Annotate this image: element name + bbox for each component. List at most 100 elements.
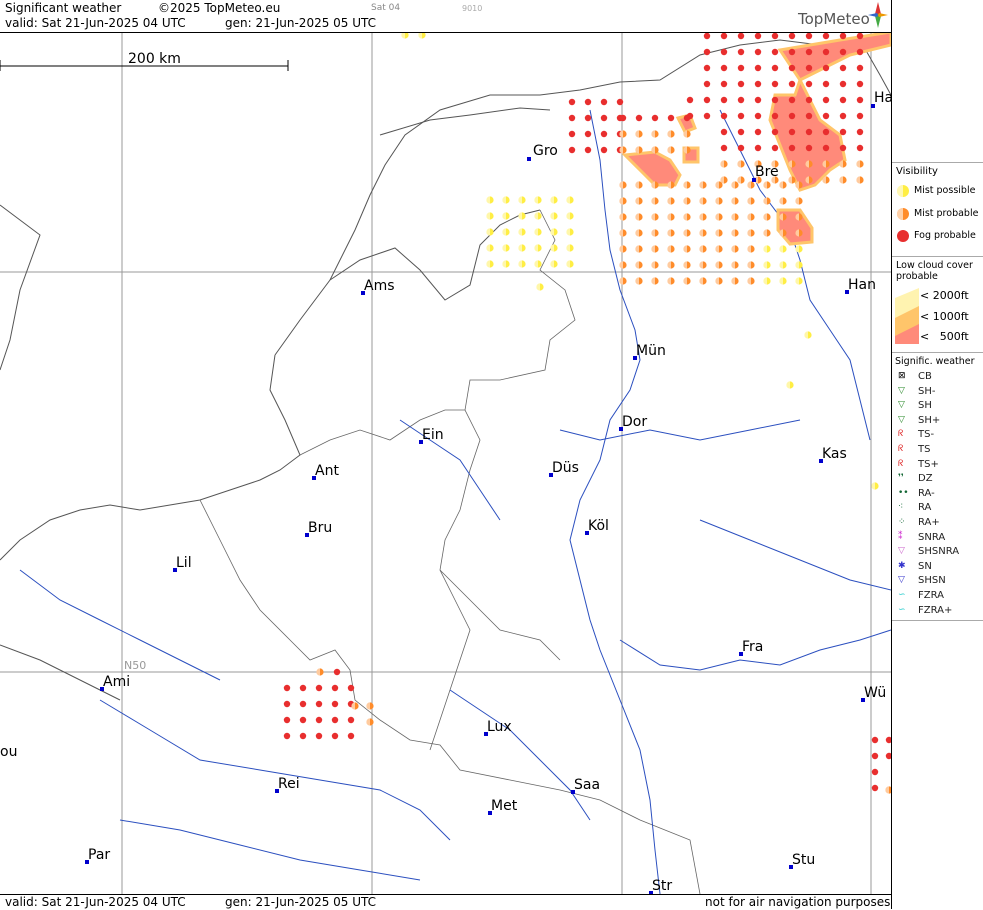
city-str[interactable]: Str [649, 878, 672, 894]
fog-symbol [315, 732, 323, 740]
snow-rain-shower-icon: ▽ [898, 546, 905, 557]
city-ant[interactable]: Ant [312, 463, 339, 480]
thunderstorm-heavy-icon: ᖇ [898, 458, 904, 469]
fog-symbol [347, 684, 355, 692]
fog-symbol [720, 144, 728, 152]
fog-symbol [600, 146, 608, 154]
city-ou[interactable]: ou [0, 744, 17, 760]
fog-symbol [737, 128, 745, 136]
fog-symbol [839, 128, 847, 136]
weather-map[interactable]: 200 km N50 Gro Bre Ha Ams Han Mün Ein Do… [0, 33, 891, 894]
city-mun[interactable]: Mün [633, 343, 666, 360]
city-bru[interactable]: Bru [305, 520, 332, 537]
sigwx-legend-label: FZRA [918, 590, 944, 601]
valid-time: valid: Sat 21-Jun-2025 04 UTC [5, 16, 186, 30]
city-ha[interactable]: Ha [871, 90, 891, 108]
city-rei[interactable]: Rei [275, 776, 300, 793]
header-bar: Significant weather ©2025 TopMeteo.eu Sa… [0, 0, 891, 33]
city-wu[interactable]: Wü [861, 685, 886, 702]
fog-symbol [720, 112, 728, 120]
fog-symbol [856, 80, 864, 88]
fog-symbol [331, 700, 339, 708]
fog-symbol [839, 96, 847, 104]
chart-title: Significant weather [5, 1, 122, 15]
fog-symbol [822, 128, 830, 136]
fog-symbol [822, 33, 830, 40]
city-ams[interactable]: Ams [361, 278, 395, 295]
sigwx-legend-label: RA+ [918, 517, 940, 528]
fog-symbol [667, 114, 675, 122]
fog-symbol [651, 114, 659, 122]
copyright: ©2025 TopMeteo.eu [158, 1, 281, 15]
sigwx-legend-label: SHSNRA [918, 546, 960, 558]
city-saa[interactable]: Saa [571, 777, 600, 794]
fog-symbol [283, 684, 291, 692]
fog-symbol [805, 144, 813, 152]
fog-symbol [703, 80, 711, 88]
day-tab[interactable]: Sat 04 [371, 3, 400, 13]
sigwx-legend-label: RA- [918, 487, 935, 499]
map-canvas [0, 33, 891, 894]
chart-code: 9010 [462, 4, 483, 13]
snow-shower-icon: ▽ [898, 575, 905, 586]
sigwx-legend-label: SHSN [918, 575, 946, 587]
fog-symbol [822, 48, 830, 56]
fog-symbol [771, 144, 779, 152]
city-dor[interactable]: Dor [619, 414, 647, 431]
city-stu[interactable]: Stu [789, 852, 815, 869]
fog-symbol [788, 33, 796, 40]
rain-icon: ⁖ [898, 502, 904, 513]
fog-symbol [720, 80, 728, 88]
city-gro[interactable]: Gro [527, 143, 558, 161]
fog-symbol [568, 98, 576, 106]
sigwx-legend-label: DZ [918, 473, 933, 485]
fog-symbol [788, 80, 796, 88]
fog-symbol [737, 80, 745, 88]
fog-symbol [788, 112, 796, 120]
fog-symbol [299, 684, 307, 692]
city-met[interactable]: Met [488, 798, 517, 815]
gen-time: gen: 21-Jun-2025 05 UTC [225, 16, 377, 30]
fog-symbol [856, 112, 864, 120]
city-fra[interactable]: Fra [739, 639, 763, 656]
legend-cloud-500: < 500ft [920, 330, 969, 343]
fog-symbol [686, 96, 694, 104]
fog-symbol [839, 144, 847, 152]
fog-symbol [635, 114, 643, 122]
city-kas[interactable]: Kas [819, 446, 847, 463]
fog-symbol [347, 732, 355, 740]
sigwx-legend-label: FZRA+ [918, 604, 953, 616]
compass-logo-icon [868, 2, 888, 28]
city-kol[interactable]: Köl [585, 518, 609, 535]
fog-symbol [283, 700, 291, 708]
city-ami[interactable]: Ami [100, 674, 130, 691]
city-par[interactable]: Par [85, 847, 110, 864]
latitude-label: N50 [124, 659, 147, 672]
fog-symbol [283, 716, 291, 724]
city-lux[interactable]: Lux [484, 719, 512, 736]
fog-symbol [839, 80, 847, 88]
fog-symbol [331, 684, 339, 692]
drizzle-icon: ❜❜ [898, 473, 904, 484]
city-lil[interactable]: Lil [173, 555, 192, 572]
fog-symbol [839, 33, 847, 40]
fog-symbol [822, 80, 830, 88]
fog-symbol [822, 96, 830, 104]
legend-cloud-1000: < 1000ft [920, 310, 969, 323]
city-dus[interactable]: Düs [549, 460, 579, 477]
fog-symbol [871, 752, 879, 760]
fog-symbol [720, 33, 728, 40]
fog-symbol [856, 48, 864, 56]
city-ein[interactable]: Ein [419, 427, 444, 444]
rain-heavy-icon: ⁘ [898, 517, 906, 527]
legend-panel: Visibility Mist possible Mist probable F… [891, 0, 983, 909]
fog-symbol [805, 80, 813, 88]
fog-symbol [822, 144, 830, 152]
city-han[interactable]: Han [845, 277, 876, 294]
fog-symbol [839, 48, 847, 56]
city-bre[interactable]: Bre [752, 164, 779, 182]
shower-icon: ▽ [898, 400, 905, 411]
fog-symbol [856, 33, 864, 40]
topmeteo-logo[interactable]: TopMeteo [798, 10, 870, 28]
fog-symbol [703, 112, 711, 120]
